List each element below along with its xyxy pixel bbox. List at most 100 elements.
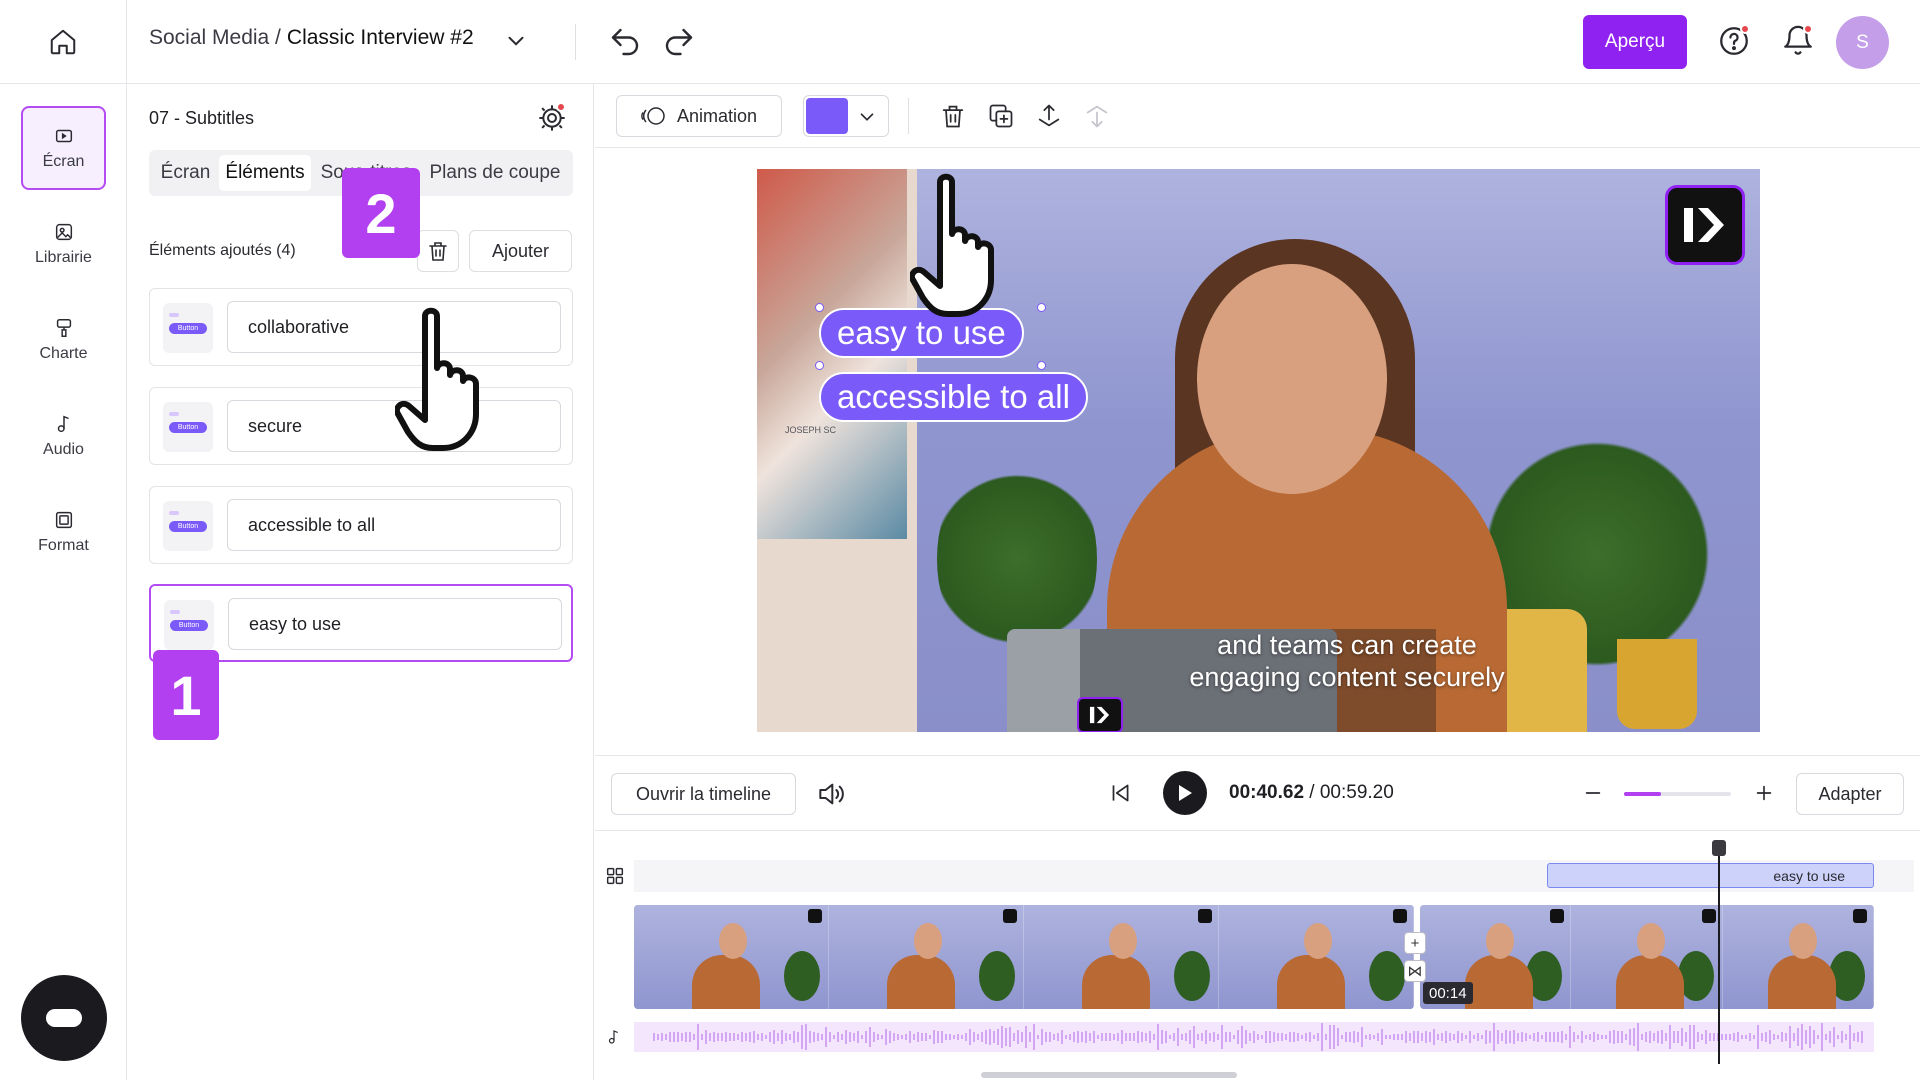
divider xyxy=(575,24,576,60)
nav-item-librairie[interactable]: Librairie xyxy=(21,202,106,286)
thumb-dot xyxy=(169,412,179,416)
video-clip[interactable] xyxy=(1420,905,1874,1009)
zoom-slider-fill xyxy=(1624,792,1662,796)
play-button[interactable] xyxy=(1163,771,1207,815)
thumb-button: Button xyxy=(169,422,207,433)
library-icon xyxy=(55,223,72,241)
chevron-down-icon[interactable] xyxy=(503,28,529,59)
frame-detail xyxy=(719,923,748,959)
frame-detail xyxy=(1198,909,1212,923)
tab-ecran[interactable]: Écran xyxy=(154,155,217,191)
frame-detail xyxy=(808,909,822,923)
zoom-in-icon[interactable] xyxy=(1753,782,1775,809)
send-backward-icon[interactable] xyxy=(1083,102,1111,135)
frame-detail xyxy=(1369,951,1405,1001)
video-clip[interactable] xyxy=(634,905,1414,1009)
playback-bar: Ouvrir la timeline 00:40.62 / 00:59.20 A… xyxy=(595,755,1920,831)
volume-icon[interactable] xyxy=(815,778,847,815)
time-separator: / xyxy=(1304,782,1320,803)
add-button[interactable]: Ajouter xyxy=(469,230,572,272)
element-card[interactable]: Button accessible to all xyxy=(149,486,573,564)
thumb-button: Button xyxy=(170,620,208,631)
editor-toolbar: Animation xyxy=(595,84,1920,148)
chat-icon xyxy=(46,1009,82,1027)
subtitle-line: engaging content securely xyxy=(1189,662,1505,692)
total-time: 00:59.20 xyxy=(1319,782,1394,803)
playhead[interactable] xyxy=(1718,844,1720,1064)
open-timeline-button[interactable]: Ouvrir la timeline xyxy=(611,773,796,815)
delete-button[interactable] xyxy=(417,230,459,272)
frame-detail xyxy=(1003,909,1017,923)
overlay-accessible-to-all[interactable]: accessible to all xyxy=(819,372,1088,422)
animation-button[interactable]: Animation xyxy=(616,95,782,137)
home-button[interactable] xyxy=(0,0,127,84)
tab-plans-de-coupe[interactable]: Plans de coupe xyxy=(421,155,569,191)
frame-detail xyxy=(692,955,761,1009)
audio-waveform xyxy=(653,1023,1863,1051)
clip-frame xyxy=(1571,905,1723,1009)
element-text-field[interactable]: accessible to all xyxy=(227,499,561,551)
horizontal-scrollbar[interactable] xyxy=(981,1072,1237,1078)
selection-handle[interactable] xyxy=(815,303,824,312)
help-icon[interactable] xyxy=(1717,24,1751,63)
playhead-handle[interactable] xyxy=(1712,840,1726,856)
timeline: easy to use + ⋈ 00:14 xyxy=(595,832,1920,1080)
add-transition-button[interactable]: + xyxy=(1404,932,1426,954)
duplicate-icon[interactable] xyxy=(987,102,1015,135)
project-title[interactable]: Classic Interview #2 xyxy=(287,26,474,50)
redo-icon[interactable] xyxy=(661,24,697,65)
avatar[interactable]: S xyxy=(1836,16,1889,69)
frame-detail xyxy=(1465,955,1534,1009)
gear-icon[interactable] xyxy=(536,102,568,139)
nav-item-format[interactable]: Format xyxy=(21,490,106,574)
frame-detail xyxy=(1788,923,1817,959)
trash-icon[interactable] xyxy=(939,102,967,135)
frame-detail xyxy=(1852,909,1867,923)
selection-handle[interactable] xyxy=(1037,303,1046,312)
chat-button[interactable] xyxy=(21,975,107,1061)
breadcrumb-parent[interactable]: Social Media / xyxy=(149,26,281,50)
frame-detail xyxy=(1304,923,1333,959)
selection-handle[interactable] xyxy=(1037,361,1046,370)
selection-handle[interactable] xyxy=(815,361,824,370)
frame-detail xyxy=(1082,955,1151,1009)
preview-button[interactable]: Aperçu xyxy=(1583,15,1687,69)
nav-label: Charte xyxy=(39,345,88,362)
tab-elements[interactable]: Éléments xyxy=(219,155,311,191)
left-nav: Écran Librairie Charte Audio Format xyxy=(0,84,127,1080)
video-preview[interactable]: JOSEPH SC easy to use accessible to all … xyxy=(757,169,1760,732)
bell-icon[interactable] xyxy=(1781,24,1815,63)
element-text-field[interactable]: easy to use xyxy=(228,598,562,650)
transition-icon[interactable]: ⋈ xyxy=(1404,960,1426,982)
grid-icon[interactable] xyxy=(604,865,626,892)
nav-item-audio[interactable]: Audio xyxy=(21,394,106,478)
clip-frame xyxy=(1219,905,1414,1009)
audio-track[interactable] xyxy=(634,1022,1874,1052)
element-thumbnail: Button xyxy=(163,402,213,452)
step-badge-2: 2 xyxy=(342,168,420,258)
zoom-slider[interactable] xyxy=(1624,792,1731,796)
clip-frame xyxy=(829,905,1024,1009)
top-bar: Social Media / Classic Interview #2 Aper… xyxy=(0,0,1920,84)
poster-text: JOSEPH SC xyxy=(785,425,837,435)
clip-duration: 00:14 xyxy=(1423,982,1473,1004)
thumb-button: Button xyxy=(169,323,207,334)
nav-item-charte[interactable]: Charte xyxy=(21,298,106,382)
undo-icon[interactable] xyxy=(607,24,643,65)
fit-button[interactable]: Adapter xyxy=(1796,773,1904,815)
subtitle-text: and teams can create engaging content se… xyxy=(1077,629,1617,693)
skip-back-icon[interactable] xyxy=(1107,780,1133,811)
zoom-out-icon[interactable] xyxy=(1582,782,1604,809)
element-thumbnail: Button xyxy=(164,600,214,650)
subtitle-line: and teams can create xyxy=(1217,630,1477,660)
frame-detail xyxy=(1486,923,1515,959)
screen-icon xyxy=(55,129,72,143)
pointer-hand-icon xyxy=(395,307,479,451)
bring-forward-icon[interactable] xyxy=(1035,102,1063,135)
timeline-element-block[interactable]: easy to use xyxy=(1547,863,1874,888)
color-picker[interactable] xyxy=(803,95,889,137)
nav-item-ecran[interactable]: Écran xyxy=(21,106,106,190)
nav-label: Librairie xyxy=(35,249,92,266)
format-icon xyxy=(55,511,72,529)
frame-detail xyxy=(1174,951,1210,1001)
